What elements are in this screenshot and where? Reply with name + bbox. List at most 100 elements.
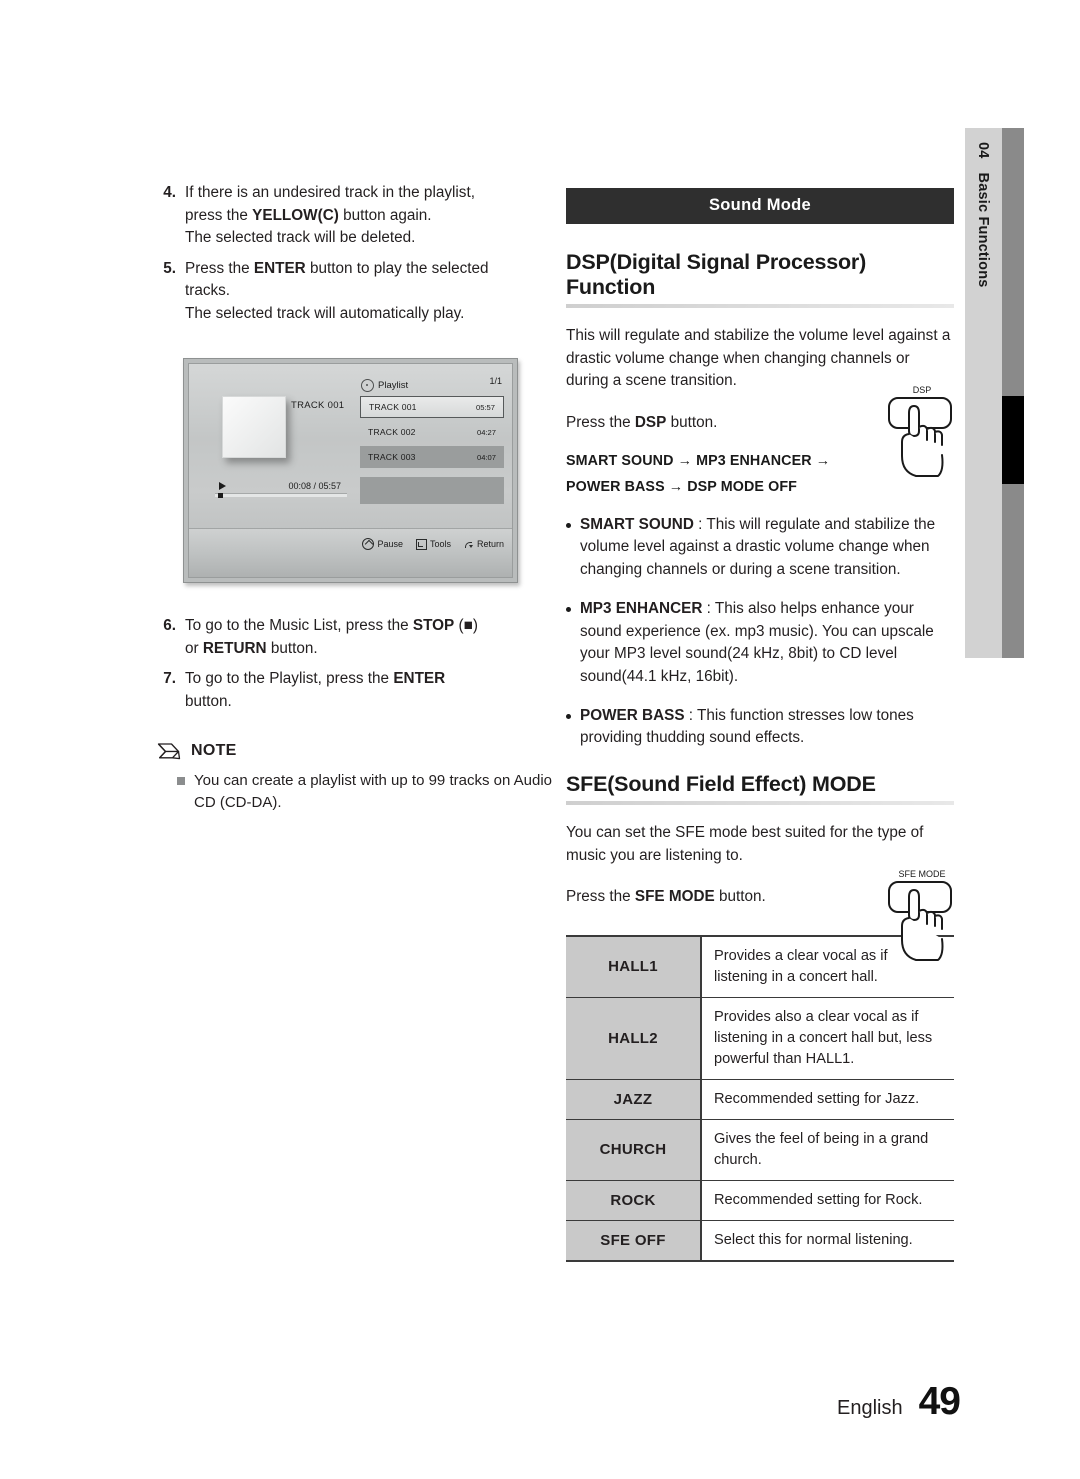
- step-fragment: If there is an undesired track in the pl…: [185, 184, 475, 201]
- table-row: JAZZ Recommended setting for Jazz.: [566, 1078, 954, 1120]
- step-fragment: The selected track will automatically pl…: [185, 304, 465, 322]
- step-number: 4.: [163, 184, 176, 201]
- tv-footer-tools-label: Tools: [429, 539, 451, 549]
- step-line: or RETURN button.: [185, 638, 555, 661]
- playback-time: 00:08 / 05:57: [288, 481, 341, 491]
- dsp-bullet-list: SMART SOUND : This will regulate and sta…: [566, 514, 954, 750]
- playlist-row[interactable]: TRACK 003 04:07: [360, 446, 504, 468]
- dsp-bullet-item: MP3 ENHANCER : This also helps enhance y…: [566, 598, 954, 688]
- tv-footer-pause-label: Pause: [377, 539, 403, 549]
- tv-footer-pause[interactable]: Pause: [362, 538, 403, 550]
- playlist-row-duration: 05:57: [475, 402, 495, 412]
- step-text: If there is an undesired track in the pl…: [185, 182, 555, 250]
- tv-screen: TRACK 001 Playlist 1/1 TRACK 001 05:57 TRA…: [188, 363, 513, 578]
- sfe-mode-name: HALL2: [566, 996, 702, 1080]
- dsp-bullet-text: MP3 ENHANCER : This also helps enhance y…: [580, 598, 954, 688]
- table-row: SFE OFF Select this for normal listening.: [566, 1219, 954, 1261]
- playlist-row[interactable]: TRACK 002 04:27: [360, 421, 504, 443]
- chapter-thumb-text: 04 Basic Functions: [965, 128, 1002, 658]
- step-emphasis: YELLOW(C): [252, 206, 339, 224]
- dsp-press-prefix: Press the: [566, 413, 635, 431]
- now-playing-title: TRACK 001: [291, 400, 345, 411]
- dsp-bullet-text: SMART SOUND : This will regulate and sta…: [580, 514, 954, 581]
- playlist-rows: TRACK 001 05:57 TRACK 002 04:27 TRACK 003 04:…: [360, 396, 504, 507]
- step-text: To go to the Music List, press the STOP …: [185, 615, 555, 660]
- dsp-heading-rule: [566, 304, 954, 309]
- progress-knob[interactable]: [217, 493, 223, 498]
- chapter-number: 04: [975, 142, 992, 159]
- dsp-bullet-text: POWER BASS : This function stresses low …: [580, 705, 954, 750]
- numbered-step: 5. Press the ENTER button to play the sel…: [155, 258, 555, 326]
- note-title: NOTE: [191, 742, 237, 760]
- dsp-press-suffix: button.: [666, 413, 718, 431]
- left-column-lower: 6. To go to the Music List, press the STO…: [155, 615, 555, 814]
- progress-bar[interactable]: [215, 493, 347, 498]
- manual-page: 4. If there is an undesired track in the …: [0, 0, 1080, 1479]
- dsp-bullet-separator: :: [693, 516, 707, 534]
- numbered-steps-bottom: 6. To go to the Music List, press the STO…: [155, 615, 555, 713]
- sfe-press-prefix: Press the: [566, 888, 635, 906]
- step-text: Press the ENTER button to play the selec…: [185, 258, 555, 326]
- tv-screen-main: TRACK 001 Playlist 1/1 TRACK 001 05:57 TRA…: [189, 364, 512, 532]
- dsp-illustration-label: DSP: [913, 385, 932, 395]
- sfe-mode-table: HALL1 Provides a clear vocal as if listen…: [566, 934, 954, 1262]
- bullet-dot-icon: [566, 523, 571, 529]
- dsp-bullet-term: MP3 ENHANCER: [580, 600, 703, 618]
- table-row: CHURCH Gives the feel of being in a grand…: [566, 1118, 954, 1181]
- tv-footer-return-label: Return: [476, 539, 504, 549]
- pencil-icon: [157, 743, 181, 760]
- numbered-step: 7. To go to the Playlist, press the ENTER…: [155, 668, 555, 713]
- sfe-heading: SFE(Sound Field Effect) MODE: [566, 771, 876, 796]
- step-line: If there is an undesired track in the pl…: [185, 182, 555, 205]
- sfe-mode-button-illustration: SFE MODE: [878, 866, 966, 964]
- step-fragment: button again.: [338, 206, 432, 224]
- step-fragment: button.: [185, 692, 232, 710]
- chapter-thumb-marker: [1002, 396, 1024, 484]
- playlist-row-title: TRACK 003: [368, 452, 416, 462]
- step-number: 7.: [163, 670, 176, 688]
- sfe-mode-name: JAZZ: [566, 1078, 702, 1120]
- sfe-press-suffix: button.: [714, 888, 766, 906]
- step-number: 5.: [163, 259, 176, 277]
- dsp-bullet-item: POWER BASS : This function stresses low …: [566, 705, 954, 750]
- numbered-steps-top: 4. If there is an undesired track in the …: [155, 182, 555, 326]
- dsp-bullet-term: SMART SOUND: [580, 516, 694, 534]
- playlist-row-title: TRACK 002: [368, 427, 416, 437]
- chapter-thumb-bar: [1002, 128, 1024, 658]
- step-fragment: (■): [454, 617, 478, 634]
- step-emphasis: ENTER: [253, 259, 306, 277]
- sfe-mode-name: ROCK: [566, 1179, 702, 1221]
- sfe-intro-paragraph: You can set the SFE mode best suited for…: [566, 824, 924, 864]
- step-fragment: button.: [266, 639, 318, 657]
- return-icon: [464, 540, 474, 549]
- step-fragment: button to play the selected: [305, 259, 489, 277]
- step-fragment: or: [185, 639, 203, 657]
- step-fragment: Press the: [185, 259, 254, 277]
- tv-screenshot: TRACK 001 Playlist 1/1 TRACK 001 05:57 TRA…: [183, 358, 518, 583]
- section-bar: Sound Mode: [566, 188, 954, 224]
- tv-screen-footer: Pause Tools Return: [189, 528, 512, 577]
- step-fragment: To go to the Playlist, press the: [185, 670, 394, 688]
- step-emphasis: STOP: [412, 617, 455, 634]
- step-emphasis: ENTER: [393, 670, 446, 688]
- tv-footer-tools[interactable]: Tools: [415, 538, 451, 550]
- tv-footer-return[interactable]: Return: [464, 539, 504, 549]
- step-line: The selected track will automatically pl…: [185, 303, 555, 326]
- dsp-heading: DSP(Digital Signal Processor) Function: [566, 250, 867, 299]
- disc-icon: [361, 379, 374, 392]
- page-footer: English 49: [837, 1380, 961, 1424]
- step-line: button.: [185, 691, 555, 714]
- playlist-row[interactable]: TRACK 001 05:57: [360, 396, 504, 418]
- numbered-step: 4. If there is an undesired track in the …: [155, 182, 555, 250]
- playback-progress: 00:08 / 05:57: [215, 481, 347, 498]
- step-fragment: press the: [185, 206, 253, 224]
- tools-icon: [415, 538, 427, 550]
- album-art-thumbnail: [222, 396, 286, 458]
- sfe-press-button: SFE MODE: [634, 888, 715, 906]
- step-line: The selected track will be deleted.: [185, 227, 555, 250]
- step-line: tracks.: [185, 280, 555, 303]
- chapter-name: Basic Functions: [975, 172, 992, 288]
- sfe-mode-description: Provides also a clear vocal as if listen…: [701, 996, 954, 1080]
- pause-icon: [362, 538, 375, 550]
- playlist-empty-slot[interactable]: [360, 477, 504, 504]
